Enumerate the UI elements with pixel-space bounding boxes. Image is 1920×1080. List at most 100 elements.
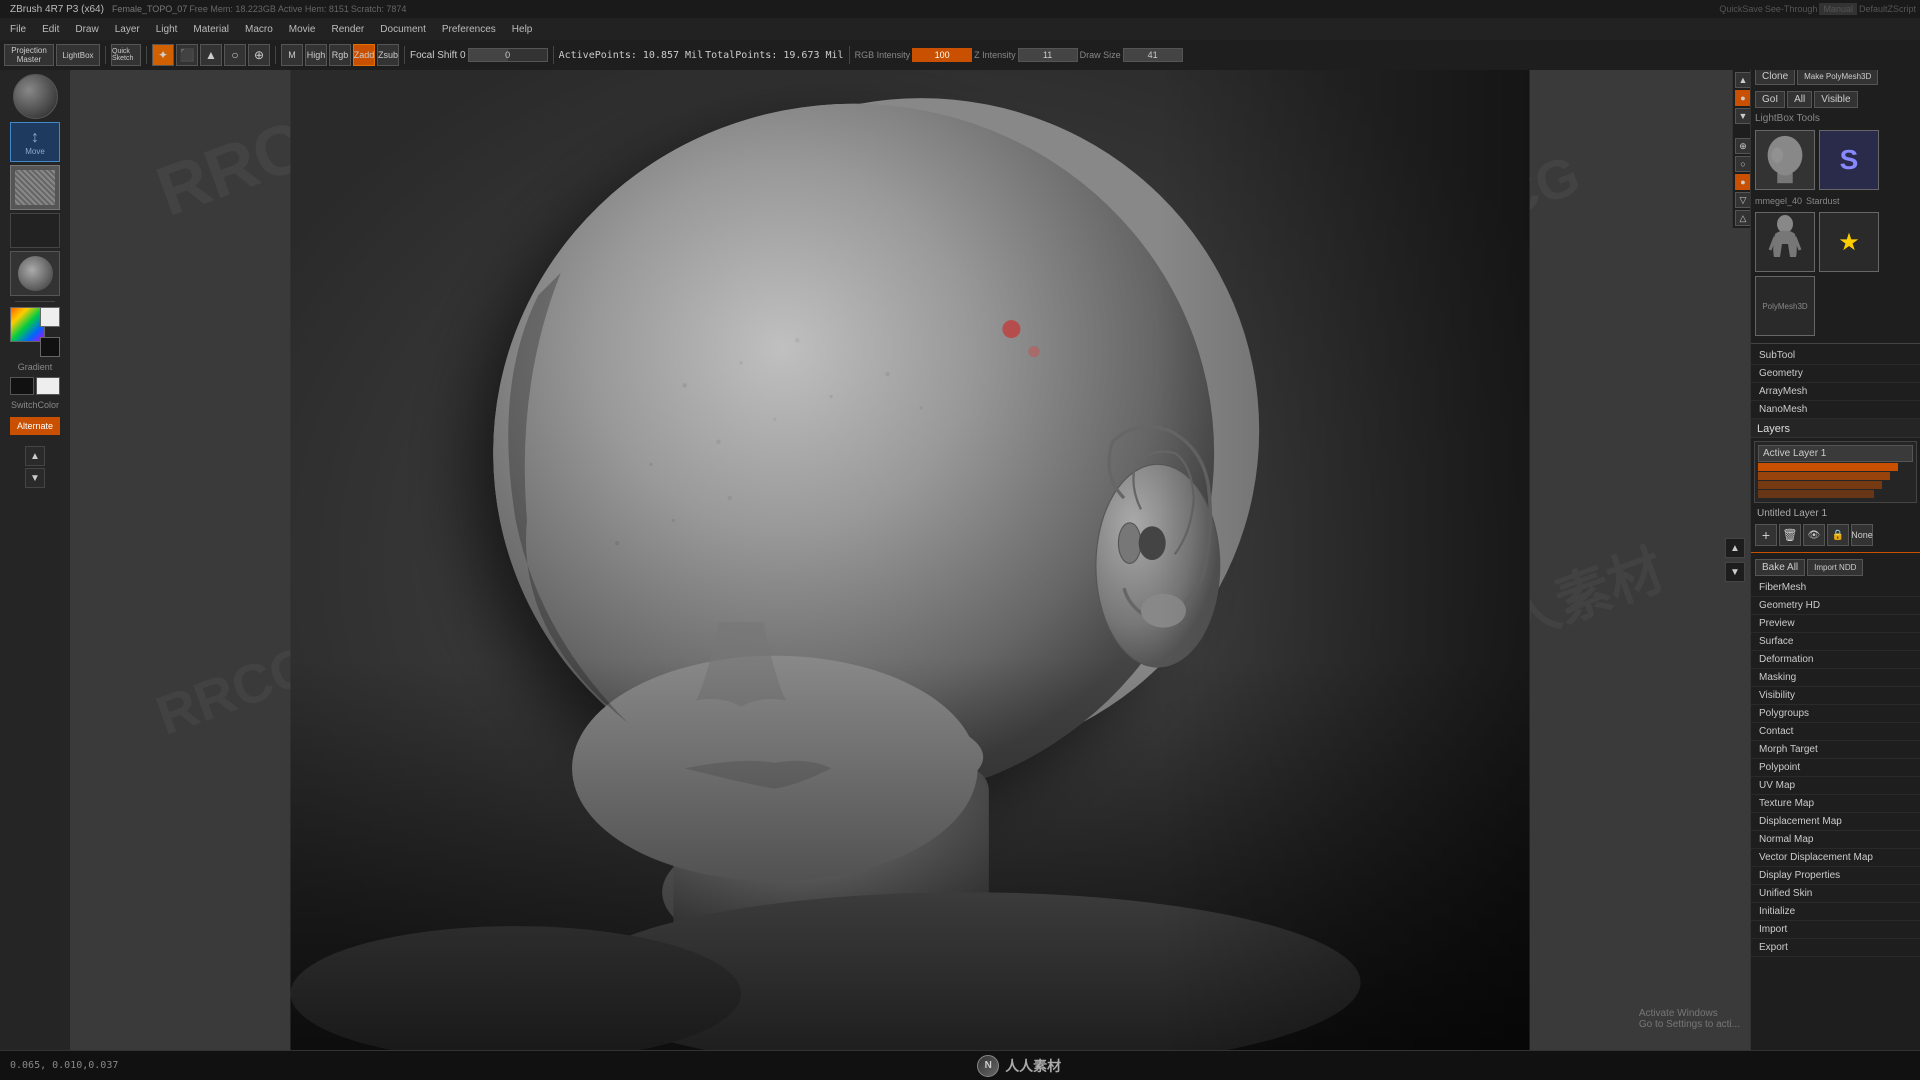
rnav-5[interactable]: ○	[1735, 156, 1751, 172]
menu-zbrush[interactable]: ZBrush 4R7 P3 (x64)	[4, 4, 110, 15]
m-btn[interactable]: M	[281, 44, 303, 66]
material-swatch-sphere[interactable]	[10, 251, 60, 296]
active-layer-entry[interactable]: Active Layer 1	[1758, 445, 1913, 462]
layer-lock-btn[interactable]: 🔒	[1827, 524, 1849, 546]
goi-btn[interactable]: GoI	[1755, 91, 1785, 108]
visible-btn[interactable]: Visible	[1814, 91, 1857, 108]
layer-none-btn[interactable]: None	[1851, 524, 1873, 546]
figure-thumb-female[interactable]	[1755, 212, 1815, 272]
all-btn[interactable]: All	[1787, 91, 1812, 108]
lasso-btn[interactable]: ○	[224, 44, 246, 66]
initialize-item[interactable]: Initialize	[1751, 903, 1920, 921]
draw-btn[interactable]: ⬛	[176, 44, 198, 66]
z-intensity-slider[interactable]: 11	[1018, 48, 1078, 62]
select-btn[interactable]: ▲	[200, 44, 222, 66]
rgb-btn[interactable]: Rgb	[329, 44, 351, 66]
rnav-8[interactable]: △	[1735, 210, 1751, 226]
bake-all-btn[interactable]: Bake All	[1755, 559, 1805, 576]
zsub-btn[interactable]: Zsub	[377, 44, 399, 66]
top-menu-bar[interactable]: ZBrush 4R7 P3 (x64) Female_TOPO_07 Free …	[0, 0, 1920, 18]
layer-bar-1[interactable]	[1758, 463, 1898, 471]
zbrush-orb[interactable]	[13, 74, 58, 119]
subtool-item[interactable]: SubTool	[1751, 347, 1920, 365]
import-ndd-btn[interactable]: Import NDD	[1807, 559, 1863, 576]
model-thumb-head[interactable]	[1755, 130, 1815, 190]
fiber-mesh-item[interactable]: FiberMesh	[1751, 579, 1920, 597]
contact-item[interactable]: Contact	[1751, 723, 1920, 741]
layer-bar-4[interactable]	[1758, 490, 1874, 498]
menu-file[interactable]: File	[4, 24, 32, 35]
rgb-intensity-slider[interactable]: 100	[912, 48, 972, 62]
make-polymesh-btn[interactable]: Make PolyMesh3D	[1797, 68, 1878, 85]
menu-preferences[interactable]: Preferences	[436, 24, 502, 35]
export-item[interactable]: Export	[1751, 939, 1920, 957]
alternate-btn[interactable]: Alternate	[10, 417, 60, 435]
visibility-item[interactable]: Visibility	[1751, 687, 1920, 705]
nav-up[interactable]: ▲	[25, 446, 45, 466]
draw-size-slider[interactable]: 41	[1123, 48, 1183, 62]
zadd-btn[interactable]: Zadd	[353, 44, 375, 66]
normal-map-item[interactable]: Normal Map	[1751, 831, 1920, 849]
canvas-viewport[interactable]: RRCG 人人素材 RRCG RRCG 人人素材 www.rrcg.cn www…	[70, 70, 1750, 1050]
import-item[interactable]: Import	[1751, 921, 1920, 939]
transform-btn[interactable]: ⊕	[248, 44, 270, 66]
clone-btn[interactable]: Clone	[1755, 68, 1795, 85]
vector-displacement-map-item[interactable]: Vector Displacement Map	[1751, 849, 1920, 867]
focal-slider[interactable]: 0	[468, 48, 548, 62]
projection-master-btn[interactable]: Projection Master	[4, 44, 54, 66]
polypoint-item[interactable]: Polypoint	[1751, 759, 1920, 777]
menu-layer[interactable]: Layer	[109, 24, 146, 35]
masking-item[interactable]: Masking	[1751, 669, 1920, 687]
texture-swatch[interactable]	[10, 165, 60, 210]
menu-macro[interactable]: Macro	[239, 24, 279, 35]
layer-bar-3[interactable]	[1758, 481, 1882, 489]
figure-thumb-star[interactable]: ★	[1819, 212, 1879, 272]
menu-edit[interactable]: Edit	[36, 24, 65, 35]
model-thumb-s[interactable]: S	[1819, 130, 1879, 190]
rnav-1[interactable]: ▲	[1735, 72, 1751, 88]
layer-bar-2[interactable]	[1758, 472, 1890, 480]
move-tool-btn[interactable]: ↕ Move	[10, 122, 60, 162]
manual-btn[interactable]: Manual	[1819, 3, 1857, 15]
display-properties-item[interactable]: Display Properties	[1751, 867, 1920, 885]
layer-delete-btn[interactable]: 🗑	[1779, 524, 1801, 546]
rnav-6[interactable]: ●	[1735, 174, 1751, 190]
menu-document[interactable]: Document	[374, 24, 432, 35]
geometry-item[interactable]: Geometry	[1751, 365, 1920, 383]
lightbox-btn[interactable]: LightBox	[56, 44, 100, 66]
menu-material[interactable]: Material	[187, 24, 235, 35]
menu-light[interactable]: Light	[150, 24, 184, 35]
surface-item[interactable]: Surface	[1751, 633, 1920, 651]
figure-thumb-polymesh[interactable]: PolyMesh3D	[1755, 276, 1815, 336]
high-btn[interactable]: High	[305, 44, 327, 66]
menu-movie[interactable]: Movie	[283, 24, 322, 35]
rnav-7[interactable]: ▽	[1735, 192, 1751, 208]
rnav-2[interactable]: ●	[1735, 90, 1751, 106]
color-black[interactable]	[10, 377, 34, 395]
geometry-hd-item[interactable]: Geometry HD	[1751, 597, 1920, 615]
see-through[interactable]: See-Through	[1765, 4, 1818, 14]
array-mesh-item[interactable]: ArrayMesh	[1751, 383, 1920, 401]
layer-add-btn[interactable]: +	[1755, 524, 1777, 546]
uv-map-item[interactable]: UV Map	[1751, 777, 1920, 795]
menu-render[interactable]: Render	[325, 24, 370, 35]
material-swatch-dark[interactable]	[10, 213, 60, 248]
nano-mesh-item[interactable]: NanoMesh	[1751, 401, 1920, 419]
rnav-4[interactable]: ⊕	[1735, 138, 1751, 154]
canvas-nav-down[interactable]: ▼	[1725, 562, 1745, 582]
default-script[interactable]: DefaultZScript	[1859, 4, 1916, 14]
unified-skin-item[interactable]: Unified Skin	[1751, 885, 1920, 903]
menu-help[interactable]: Help	[506, 24, 539, 35]
displacement-map-item[interactable]: Displacement Map	[1751, 813, 1920, 831]
polygroups-item[interactable]: Polygroups	[1751, 705, 1920, 723]
rnav-3[interactable]: ▼	[1735, 108, 1751, 124]
morph-target-item[interactable]: Morph Target	[1751, 741, 1920, 759]
quick-btn[interactable]: Quick Sketch	[111, 44, 141, 66]
layer-eye-btn[interactable]: 👁	[1803, 524, 1825, 546]
texture-map-item[interactable]: Texture Map	[1751, 795, 1920, 813]
deformation-item[interactable]: Deformation	[1751, 651, 1920, 669]
preview-item[interactable]: Preview	[1751, 615, 1920, 633]
color-picker[interactable]	[10, 307, 60, 357]
draw-move-btn[interactable]: ✦	[152, 44, 174, 66]
canvas-nav-up[interactable]: ▲	[1725, 538, 1745, 558]
